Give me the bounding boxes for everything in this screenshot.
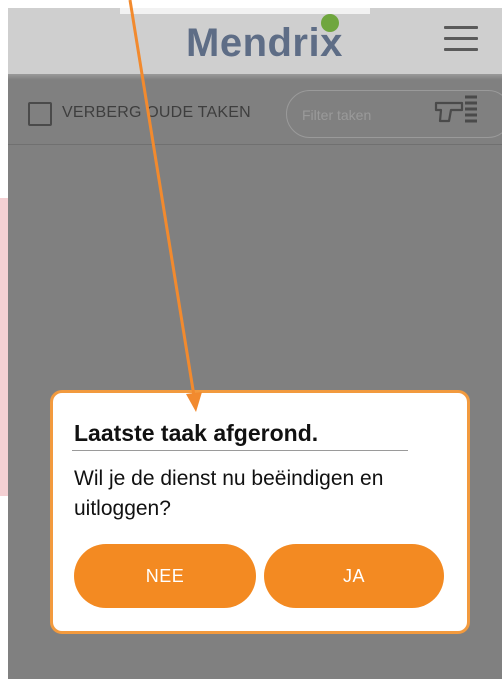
header-shadow xyxy=(8,74,502,80)
no-button[interactable]: NEE xyxy=(74,544,256,608)
dialog-divider xyxy=(72,450,408,451)
filter-divider xyxy=(8,144,502,145)
dialog-title: Laatste taak afgerond. xyxy=(74,420,319,446)
hide-old-tasks-label: VERBERG OUDE TAKEN xyxy=(62,104,251,121)
logo-dot-icon xyxy=(321,14,339,32)
hamburger-menu-icon[interactable] xyxy=(444,26,478,54)
barcode-scanner-icon[interactable] xyxy=(432,94,482,134)
dialog-message: Wil je de dienst nu beëindigen en uitlog… xyxy=(74,467,384,520)
yes-button[interactable]: JA xyxy=(264,544,444,608)
status-tab xyxy=(120,8,370,14)
hide-old-tasks-checkbox[interactable] xyxy=(28,102,52,126)
filter-row: VERBERG OUDE TAKEN xyxy=(8,84,502,144)
app-logo: Mendrix xyxy=(186,21,343,65)
filter-tasks-input[interactable] xyxy=(300,102,424,128)
